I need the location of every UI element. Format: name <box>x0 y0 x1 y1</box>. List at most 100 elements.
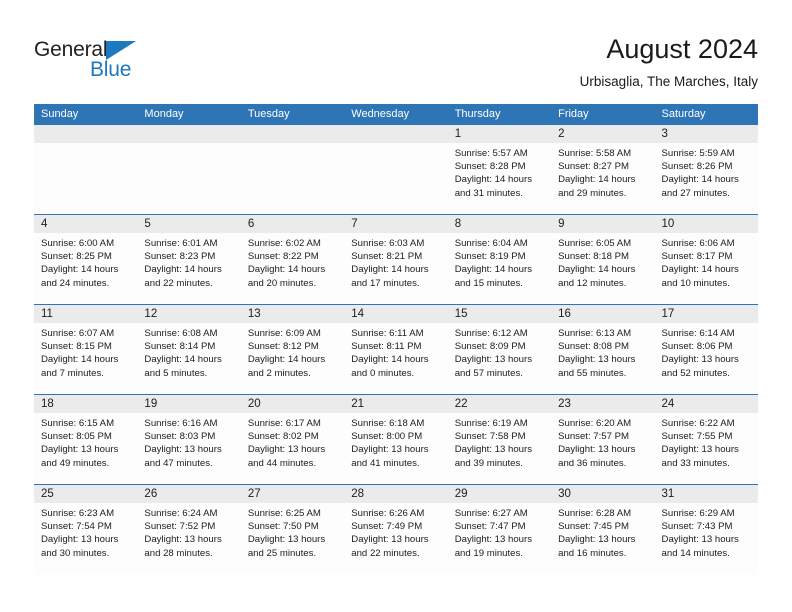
sunrise-text: Sunrise: 6:01 AM <box>144 238 218 249</box>
sunrise-text: Sunrise: 6:02 AM <box>247 238 321 249</box>
calendar-day-cell[interactable]: 18 Sunrise: 6:15 AM Sunset: 8:05 PM Dayligh… <box>34 395 138 484</box>
sunrise-text: Sunrise: 5:58 AM <box>558 148 632 159</box>
calendar-day-cell[interactable]: 15 Sunrise: 6:12 AM Sunset: 8:09 PM Dayligh… <box>447 305 552 394</box>
daylight-text: and 12 minutes. <box>558 277 627 289</box>
calendar-day-cell[interactable]: 28 Sunrise: 6:26 AM Sunset: 7:49 PM Dayligh… <box>344 485 448 574</box>
day-number-band <box>34 125 138 143</box>
sunrise-text: Sunrise: 6:25 AM <box>247 508 321 519</box>
calendar-day-cell[interactable]: 13 Sunrise: 6:09 AM Sunset: 8:12 PM Dayligh… <box>240 305 345 394</box>
day-number-band: 6 <box>240 215 345 233</box>
calendar-day-cell[interactable]: 20 Sunrise: 6:17 AM Sunset: 8:02 PM Dayligh… <box>240 395 345 484</box>
calendar-week-row: 4 Sunrise: 6:00 AM Sunset: 8:25 PM Daylight… <box>34 214 758 304</box>
calendar-day-cell[interactable]: 23 Sunrise: 6:20 AM Sunset: 7:57 PM Dayligh… <box>551 395 655 484</box>
day-number: 2 <box>558 128 565 140</box>
calendar-day-cell[interactable]: 4 Sunrise: 6:00 AM Sunset: 8:25 PM Daylight… <box>34 215 138 304</box>
calendar-day-cell[interactable]: 10 Sunrise: 6:06 AM Sunset: 8:17 PM Dayligh… <box>654 215 758 304</box>
day-number-band: 5 <box>137 215 241 233</box>
day-number-band: 4 <box>34 215 138 233</box>
calendar-day-cell[interactable]: 31 Sunrise: 6:29 AM Sunset: 7:43 PM Dayligh… <box>654 485 758 574</box>
day-details: Sunrise: 6:13 AM Sunset: 8:08 PM Daylight:… <box>551 323 654 380</box>
day-details <box>344 143 447 147</box>
day-details: Sunrise: 6:17 AM Sunset: 8:02 PM Daylight:… <box>241 413 344 470</box>
sunset-text: Sunset: 8:26 PM <box>661 161 733 173</box>
calendar-day-cell[interactable]: 19 Sunrise: 6:16 AM Sunset: 8:03 PM Dayligh… <box>137 395 241 484</box>
calendar-day-cell[interactable]: 2 Sunrise: 5:58 AM Sunset: 8:27 PM Daylight… <box>551 125 655 214</box>
calendar-day-cell[interactable]: 17 Sunrise: 6:14 AM Sunset: 8:06 PM Dayligh… <box>654 305 758 394</box>
calendar-day-cell[interactable]: 8 Sunrise: 6:04 AM Sunset: 8:19 PM Daylight… <box>447 215 552 304</box>
daylight-text: Daylight: 13 hours <box>661 354 739 366</box>
calendar-day-cell[interactable]: 6 Sunrise: 6:02 AM Sunset: 8:22 PM Daylight… <box>240 215 345 304</box>
weekday-header-monday: Monday <box>144 108 184 120</box>
sunrise-text: Sunrise: 6:04 AM <box>454 238 528 249</box>
weekday-header-sunday: Sunday <box>41 108 79 120</box>
calendar-day-cell[interactable]: 24 Sunrise: 6:22 AM Sunset: 7:55 PM Dayligh… <box>654 395 758 484</box>
day-number-band: 28 <box>344 485 448 503</box>
daylight-text: and 47 minutes. <box>144 457 213 469</box>
daylight-text: and 15 minutes. <box>454 277 523 289</box>
day-number: 12 <box>144 308 158 320</box>
calendar-day-cell[interactable]: 5 Sunrise: 6:01 AM Sunset: 8:23 PM Daylight… <box>137 215 241 304</box>
calendar-day-cell[interactable]: 12 Sunrise: 6:08 AM Sunset: 8:14 PM Dayligh… <box>137 305 241 394</box>
day-number: 6 <box>247 218 255 230</box>
day-number-band: 19 <box>137 395 241 413</box>
daylight-text: Daylight: 14 hours <box>41 354 119 366</box>
daylight-text: and 29 minutes. <box>558 187 627 199</box>
day-number: 29 <box>454 488 468 500</box>
daylight-text: Daylight: 14 hours <box>558 174 636 186</box>
calendar-day-cell[interactable]: 7 Sunrise: 6:03 AM Sunset: 8:21 PM Daylight… <box>344 215 448 304</box>
day-number-band: 31 <box>654 485 758 503</box>
day-number-band: 13 <box>240 305 345 323</box>
sunset-text: Sunset: 8:12 PM <box>247 341 319 353</box>
sunrise-text: Sunrise: 6:19 AM <box>454 418 528 429</box>
day-details: Sunrise: 6:02 AM Sunset: 8:22 PM Daylight:… <box>241 233 344 290</box>
day-number-band: 3 <box>654 125 758 143</box>
daylight-text: and 24 minutes. <box>41 277 110 289</box>
sunset-text: Sunset: 7:47 PM <box>454 521 526 533</box>
calendar-day-cell[interactable]: 22 Sunrise: 6:19 AM Sunset: 7:58 PM Dayligh… <box>447 395 552 484</box>
day-number-band: 7 <box>344 215 448 233</box>
calendar-day-cell[interactable]: 27 Sunrise: 6:25 AM Sunset: 7:50 PM Dayligh… <box>240 485 345 574</box>
calendar-day-cell[interactable]: 30 Sunrise: 6:28 AM Sunset: 7:45 PM Dayligh… <box>551 485 655 574</box>
day-number-band: 15 <box>447 305 552 323</box>
calendar-week-row: 18 Sunrise: 6:15 AM Sunset: 8:05 PM Dayligh… <box>34 394 758 484</box>
calendar-day-cell[interactable]: 3 Sunrise: 5:59 AM Sunset: 8:26 PM Daylight… <box>654 125 758 214</box>
calendar-day-cell[interactable]: 21 Sunrise: 6:18 AM Sunset: 8:00 PM Dayligh… <box>344 395 448 484</box>
calendar-day-cell[interactable]: 1 Sunrise: 5:57 AM Sunset: 8:28 PM Daylight… <box>447 125 552 214</box>
calendar-page: General Blue August 2024 Urbisaglia, The… <box>0 0 792 612</box>
day-details: Sunrise: 6:15 AM Sunset: 8:05 PM Daylight:… <box>34 413 137 470</box>
day-number-band: 11 <box>34 305 138 323</box>
daylight-text: and 44 minutes. <box>247 457 317 469</box>
daylight-text: Daylight: 13 hours <box>454 534 533 546</box>
calendar-day-cell[interactable]: 29 Sunrise: 6:27 AM Sunset: 7:47 PM Dayligh… <box>447 485 552 574</box>
day-number-band: 17 <box>654 305 758 323</box>
sunset-text: Sunset: 8:11 PM <box>351 341 422 353</box>
calendar-day-cell[interactable]: 26 Sunrise: 6:24 AM Sunset: 7:52 PM Dayligh… <box>137 485 241 574</box>
day-number-band: 22 <box>447 395 552 413</box>
day-details: Sunrise: 6:03 AM Sunset: 8:21 PM Daylight:… <box>344 233 447 290</box>
sunset-text: Sunset: 8:27 PM <box>558 161 630 173</box>
day-number-band: 10 <box>654 215 758 233</box>
calendar-day-cell[interactable]: 14 Sunrise: 6:11 AM Sunset: 8:11 PM Dayligh… <box>344 305 448 394</box>
day-details <box>137 143 240 147</box>
calendar-day-cell[interactable]: 9 Sunrise: 6:05 AM Sunset: 8:18 PM Daylight… <box>551 215 655 304</box>
title-block: August 2024 Urbisaglia, The Marches, Ita… <box>580 32 758 92</box>
day-details: Sunrise: 6:19 AM Sunset: 7:58 PM Daylight:… <box>448 413 551 470</box>
calendar-day-cell[interactable]: 25 Sunrise: 6:23 AM Sunset: 7:54 PM Dayligh… <box>34 485 138 574</box>
day-details: Sunrise: 6:00 AM Sunset: 8:25 PM Daylight:… <box>34 233 137 290</box>
day-number: 21 <box>351 398 365 410</box>
generalblue-logo[interactable]: General Blue <box>34 38 194 86</box>
day-number-band: 21 <box>344 395 448 413</box>
day-number: 13 <box>247 308 261 320</box>
calendar-day-cell[interactable]: 16 Sunrise: 6:13 AM Sunset: 8:08 PM Dayligh… <box>551 305 655 394</box>
day-number-band: 23 <box>551 395 655 413</box>
sunset-text: Sunset: 8:06 PM <box>661 341 733 353</box>
sunrise-text: Sunrise: 6:20 AM <box>558 418 632 429</box>
calendar-day-cell[interactable]: 11 Sunrise: 6:07 AM Sunset: 8:15 PM Dayligh… <box>34 305 138 394</box>
sunset-text: Sunset: 7:43 PM <box>661 521 733 533</box>
calendar-day-cell-empty <box>240 125 345 214</box>
sunrise-text: Sunrise: 6:05 AM <box>558 238 632 249</box>
day-number: 18 <box>41 398 54 410</box>
day-details <box>34 143 137 147</box>
daylight-text: Daylight: 13 hours <box>454 354 533 366</box>
sunset-text: Sunset: 7:55 PM <box>661 431 733 443</box>
